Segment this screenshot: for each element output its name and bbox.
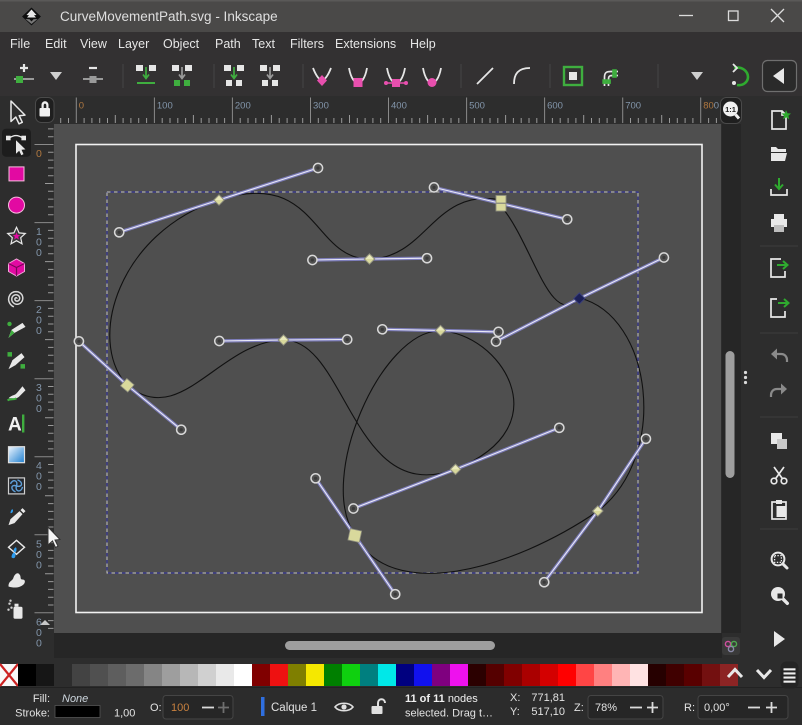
svg-text:Help: Help	[410, 37, 436, 51]
svg-text:0: 0	[36, 403, 42, 415]
svg-text:Stroke:: Stroke:	[15, 708, 50, 720]
svg-text:selected. Drag t…: selected. Drag t…	[405, 708, 493, 720]
svg-text:Path: Path	[215, 37, 241, 51]
svg-text:0: 0	[36, 559, 42, 571]
svg-text:Filters: Filters	[290, 37, 324, 51]
svg-text:100: 100	[171, 702, 189, 714]
svg-text:0: 0	[79, 101, 84, 112]
svg-text:X:: X:	[510, 692, 520, 704]
svg-text:CurveMovementPath.svg - Inksca: CurveMovementPath.svg - Inkscape	[60, 9, 278, 24]
svg-text:Edit: Edit	[45, 37, 67, 51]
svg-text:200: 200	[235, 101, 251, 112]
svg-text:100: 100	[157, 101, 173, 112]
svg-text:400: 400	[391, 101, 407, 112]
svg-text:300: 300	[313, 101, 329, 112]
svg-text:600: 600	[547, 101, 563, 112]
svg-text:Object: Object	[163, 37, 200, 51]
svg-text:78%: 78%	[595, 702, 617, 714]
svg-text:O:: O:	[150, 702, 162, 714]
svg-text:1:1: 1:1	[725, 105, 736, 114]
svg-text:Y:: Y:	[510, 706, 520, 718]
svg-text:0,00°: 0,00°	[704, 702, 730, 714]
svg-text:File: File	[10, 37, 30, 51]
svg-text:0: 0	[36, 481, 42, 493]
svg-text:11 of 11 nodes: 11 of 11 nodes	[405, 693, 478, 705]
svg-text:Text: Text	[252, 37, 275, 51]
svg-text:R:: R:	[684, 702, 695, 714]
svg-text:500: 500	[469, 101, 485, 112]
svg-text:0: 0	[36, 637, 42, 649]
svg-text:771,81: 771,81	[531, 692, 565, 704]
svg-text:800: 800	[703, 101, 719, 112]
svg-text:Extensions: Extensions	[335, 37, 396, 51]
svg-text:Z:: Z:	[574, 702, 584, 714]
svg-text:0: 0	[36, 148, 42, 160]
svg-text:0: 0	[36, 325, 42, 337]
svg-text:700: 700	[625, 101, 641, 112]
svg-text:0: 0	[36, 247, 42, 259]
svg-text:A: A	[8, 415, 22, 436]
svg-text:Layer: Layer	[118, 37, 149, 51]
svg-text:None: None	[62, 693, 88, 705]
svg-text:Fill:: Fill:	[33, 693, 50, 705]
svg-text:Calque 1: Calque 1	[271, 702, 317, 714]
svg-text:517,10: 517,10	[531, 706, 565, 718]
svg-text:View: View	[80, 37, 108, 51]
svg-text:1,00: 1,00	[114, 708, 135, 720]
